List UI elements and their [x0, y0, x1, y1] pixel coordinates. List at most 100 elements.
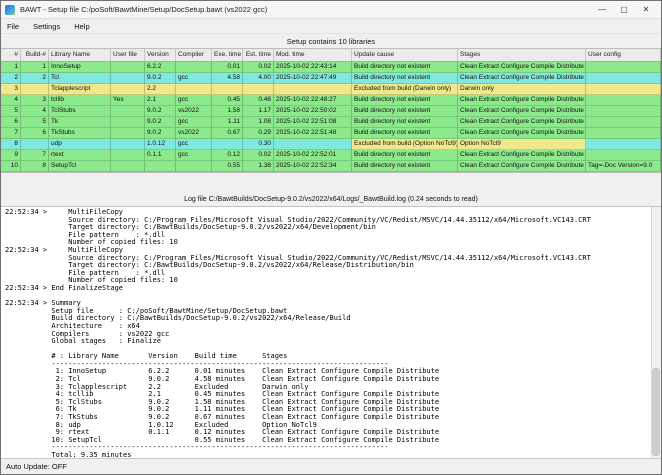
status-bar: Auto Update: OFF [1, 458, 661, 474]
table-row-tclstubs[interactable]: 54TclStubs9.0.2vs20221.581.172025-10-02 … [1, 106, 661, 117]
table-row-tcllib[interactable]: 43tcllibYes2.1gcc0.450.462025-10-02 22:4… [1, 95, 661, 106]
menu-settings[interactable]: Settings [33, 22, 60, 31]
minimize-button[interactable]: — [591, 1, 613, 18]
maximize-button[interactable]: ▢ [613, 1, 635, 18]
cell-stages: Clean Extract Configure Compile Distribu… [458, 161, 586, 172]
cell-est_time [243, 84, 274, 95]
cell-num: 9 [1, 150, 21, 161]
cell-version: 0.1.1 [145, 150, 176, 161]
cell-build: 7 [21, 150, 49, 161]
menu-bar: File Settings Help [1, 19, 661, 34]
table-row-setuptcl[interactable]: 108SetupTcl0.551.382025-10-02 22:52:34Bu… [1, 161, 661, 172]
column-header-version[interactable]: Version [145, 49, 176, 61]
cell-update_cause: Excluded from build (Option NoTcl9) [352, 139, 458, 150]
cell-user_file [111, 62, 145, 73]
cell-mod_time [274, 84, 352, 95]
cell-user_file: Yes [111, 95, 145, 106]
cell-stages: Clean Extract Configure Compile Distribu… [458, 73, 586, 84]
cell-version: 9.0.2 [145, 73, 176, 84]
cell-user_config [586, 150, 661, 161]
cell-user_file [111, 139, 145, 150]
cell-est_time: 0.02 [243, 150, 274, 161]
cell-exe_time [212, 84, 243, 95]
cell-user_config [586, 73, 661, 84]
cell-stages: Darwin only [458, 84, 586, 95]
column-header-est_time[interactable]: Est. time [243, 49, 274, 61]
column-header-build[interactable]: Build-# [21, 49, 49, 61]
table-row-innosetup[interactable]: 11InnoSetup6.2.20.010.022025-10-02 22:43… [1, 62, 661, 73]
column-header-exe_time[interactable]: Exe. time [212, 49, 243, 61]
cell-est_time: 1.38 [243, 161, 274, 172]
cell-mod_time: 2025-10-02 22:51:08 [274, 117, 352, 128]
column-header-name[interactable]: Library Name [49, 49, 111, 61]
cell-name: Tcl [49, 73, 111, 84]
auto-update-status: Auto Update: OFF [6, 462, 67, 471]
cell-stages: Clean Extract Configure Compile Distribu… [458, 95, 586, 106]
library-table: #Build-#Library NameUser fileVersionComp… [1, 48, 661, 173]
column-header-update_cause[interactable]: Update cause [352, 49, 458, 61]
cell-exe_time: 4.58 [212, 73, 243, 84]
column-header-stages[interactable]: Stages [458, 49, 586, 61]
cell-mod_time: 2025-10-02 22:52:01 [274, 150, 352, 161]
log-scrollbar[interactable] [651, 207, 661, 458]
cell-user_config [586, 128, 661, 139]
cell-mod_time: 2025-10-02 22:52:34 [274, 161, 352, 172]
cell-name: TclStubs [49, 106, 111, 117]
cell-version: 2.1 [145, 95, 176, 106]
bawt-window: BAWT - Setup file C:/poSoft/BawtMine/Set… [0, 0, 662, 475]
table-row-udp[interactable]: 8udp1.0.12gcc0.30Excluded from build (Op… [1, 139, 661, 150]
cell-est_time: 0.30 [243, 139, 274, 150]
table-row-tclapplescript[interactable]: 3Tclapplescript2.2Excluded from build (D… [1, 84, 661, 95]
menu-help[interactable]: Help [74, 22, 89, 31]
cell-stages: Clean Extract Configure Compile Distribu… [458, 117, 586, 128]
setup-header: Setup contains 10 libraries [1, 34, 661, 48]
cell-name: tcllib [49, 95, 111, 106]
cell-num: 5 [1, 106, 21, 117]
cell-stages: Option NoTcl9 [458, 139, 586, 150]
cell-update_cause: Build directory not existent [352, 73, 458, 84]
cell-compiler [176, 161, 212, 172]
cell-mod_time: 2025-10-02 22:43:14 [274, 62, 352, 73]
cell-compiler: gcc [176, 139, 212, 150]
cell-exe_time: 0.45 [212, 95, 243, 106]
title-bar: BAWT - Setup file C:/poSoft/BawtMine/Set… [1, 1, 661, 19]
cell-stages: Clean Extract Configure Compile Distribu… [458, 106, 586, 117]
cell-user_config: Tag=-Doc Version=9.0 [586, 161, 661, 172]
table-row-tcl[interactable]: 22Tcl9.0.2gcc4.584.002025-10-02 22:47:49… [1, 73, 661, 84]
cell-exe_time [212, 139, 243, 150]
cell-build: 1 [21, 62, 49, 73]
cell-est_time: 1.08 [243, 117, 274, 128]
cell-num: 2 [1, 73, 21, 84]
table-header-row: #Build-#Library NameUser fileVersionComp… [1, 49, 661, 62]
menu-file[interactable]: File [7, 22, 19, 31]
column-header-mod_time[interactable]: Mod. time [274, 49, 352, 61]
cell-update_cause: Build directory not existent [352, 161, 458, 172]
cell-build: 8 [21, 161, 49, 172]
column-header-compiler[interactable]: Compiler [176, 49, 212, 61]
cell-update_cause: Build directory not existent [352, 128, 458, 139]
column-header-user_config[interactable]: User config [586, 49, 661, 61]
cell-user_file [111, 150, 145, 161]
cell-version: 9.0.2 [145, 117, 176, 128]
cell-est_time: 4.00 [243, 73, 274, 84]
table-row-rtext[interactable]: 97rtext0.1.1gcc0.120.022025-10-02 22:52:… [1, 150, 661, 161]
table-row-tkstubs[interactable]: 76TkStubs9.0.2vs20220.670.292025-10-02 2… [1, 128, 661, 139]
cell-user_config [586, 95, 661, 106]
table-body: 11InnoSetup6.2.20.010.022025-10-02 22:43… [1, 62, 661, 172]
cell-user_config [586, 62, 661, 73]
log-scrollbar-thumb[interactable] [652, 368, 660, 456]
table-row-tk[interactable]: 65Tk9.0.2gcc1.111.082025-10-02 22:51:08B… [1, 117, 661, 128]
column-header-user_file[interactable]: User file [111, 49, 145, 61]
cell-compiler: vs2022 [176, 128, 212, 139]
window-title: BAWT - Setup file C:/poSoft/BawtMine/Set… [20, 5, 586, 14]
cell-exe_time: 1.11 [212, 117, 243, 128]
cell-mod_time: 2025-10-02 22:51:48 [274, 128, 352, 139]
cell-compiler [176, 62, 212, 73]
column-header-num[interactable]: # [1, 49, 21, 61]
cell-name: rtext [49, 150, 111, 161]
cell-user_config [586, 117, 661, 128]
cell-num: 6 [1, 117, 21, 128]
close-button[interactable]: ✕ [635, 1, 657, 18]
cell-user_file [111, 106, 145, 117]
cell-build: 2 [21, 73, 49, 84]
